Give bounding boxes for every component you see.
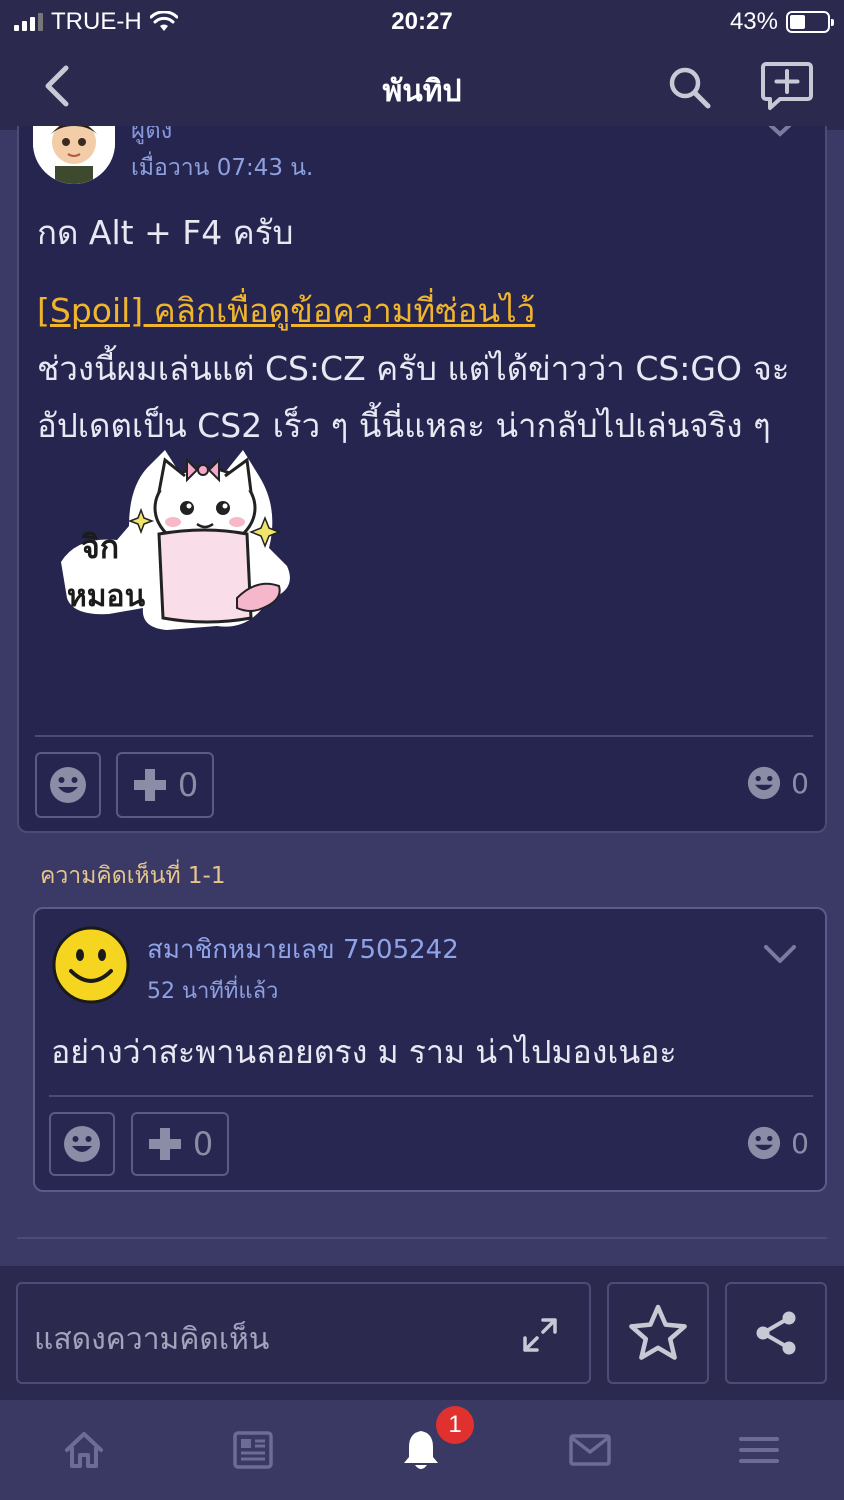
post-username[interactable]: ผู้ตั้ง xyxy=(131,126,172,149)
notification-badge: 1 xyxy=(436,1406,474,1444)
new-topic-icon[interactable] xyxy=(760,60,814,112)
sticker-word-1: จิก xyxy=(81,528,119,566)
reply-card: สมาชิกหมายเลข 7505242 52 นาทีที่แล้ว อย่… xyxy=(33,907,827,1192)
smiley-avatar-icon[interactable] xyxy=(51,925,131,1005)
battery-percent: 43% xyxy=(729,8,778,35)
reply-timestamp: 52 นาทีที่แล้ว xyxy=(147,979,279,1004)
share-icon xyxy=(756,1311,796,1355)
post-timestamp: เมื่อวาน 07:43 น. xyxy=(131,155,314,181)
mail-icon xyxy=(569,1434,611,1466)
battery-icon xyxy=(786,11,834,33)
share-button[interactable] xyxy=(725,1282,827,1384)
chevron-down-icon[interactable] xyxy=(765,126,795,140)
status-bar: TRUE-H 20:27 43% xyxy=(0,0,844,44)
emotion-summary[interactable]: 0 xyxy=(747,1126,809,1160)
emotion-button[interactable] xyxy=(35,752,101,818)
plus-vote-button[interactable]: 0 xyxy=(116,752,214,818)
favorite-button[interactable] xyxy=(607,1282,709,1384)
reply-number-label: ความคิดเห็นที่ 1-1 xyxy=(40,863,226,889)
nav-bar: พันทิป xyxy=(0,44,844,130)
comment-input[interactable]: แสดงความคิดเห็น xyxy=(16,1282,591,1384)
page-title: พันทิป xyxy=(382,74,462,109)
smile-emotion-icon xyxy=(50,767,86,803)
plus-icon xyxy=(133,769,166,801)
tab-notifications[interactable] xyxy=(399,1428,443,1472)
expand-icon[interactable] xyxy=(521,1316,559,1354)
emotion-summary[interactable]: 0 xyxy=(747,766,809,800)
avatar[interactable] xyxy=(33,126,115,184)
star-icon xyxy=(629,1304,687,1360)
comment-placeholder: แสดงความคิดเห็น xyxy=(34,1322,270,1357)
divider xyxy=(49,1095,813,1097)
menu-icon xyxy=(739,1437,779,1463)
plus-count: 0 xyxy=(192,1125,214,1163)
chevron-down-icon[interactable] xyxy=(763,943,797,965)
post-text-line: กด Alt + F4 ครับ xyxy=(37,213,294,252)
post-card: ผู้ตั้ง เมื่อวาน 07:43 น. กด Alt + F4 คร… xyxy=(17,126,827,833)
avatar-image xyxy=(33,126,115,184)
plus-icon xyxy=(148,1128,181,1160)
comment-bar: แสดงความคิดเห็น xyxy=(0,1266,844,1400)
sticker-word-2: หมอน xyxy=(67,579,146,614)
tab-home[interactable] xyxy=(62,1428,106,1472)
plus-count: 0 xyxy=(177,766,199,804)
tab-messages[interactable] xyxy=(568,1428,612,1472)
tab-bar xyxy=(0,1400,844,1500)
clock: 20:27 xyxy=(391,8,453,35)
tab-feed[interactable] xyxy=(231,1428,275,1472)
tab-menu[interactable] xyxy=(737,1428,781,1472)
reply-username[interactable]: สมาชิกหมายเลข 7505242 xyxy=(147,929,459,970)
divider xyxy=(35,735,813,737)
plus-vote-button[interactable]: 0 xyxy=(131,1112,229,1176)
emotion-count: 0 xyxy=(791,766,809,800)
search-icon[interactable] xyxy=(664,62,714,112)
reply-text: อย่างว่าสะพานลอยตรง ม ราม น่าไปมองเนอะ xyxy=(51,1033,677,1071)
battery-group: 43% xyxy=(729,8,834,36)
cat-sticker-image: จิก หมอน xyxy=(61,450,290,630)
divider xyxy=(17,1237,827,1239)
home-icon xyxy=(65,1432,103,1468)
bell-icon xyxy=(404,1431,438,1469)
emotion-count: 0 xyxy=(791,1126,809,1160)
smile-emotion-icon xyxy=(64,1126,100,1162)
emotion-button[interactable] xyxy=(49,1112,115,1176)
smile-emotion-icon xyxy=(748,766,781,800)
post-body-text: ช่วงนี้ผมเล่นแต่ CS:CZ ครับ แต่ได้ข่าวว่… xyxy=(37,349,790,445)
spoiler-link[interactable]: [Spoil] คลิกเพื่อดูข้อความที่ซ่อนไว้ xyxy=(37,284,535,337)
smile-emotion-icon xyxy=(748,1126,781,1160)
feed-icon xyxy=(233,1431,273,1469)
